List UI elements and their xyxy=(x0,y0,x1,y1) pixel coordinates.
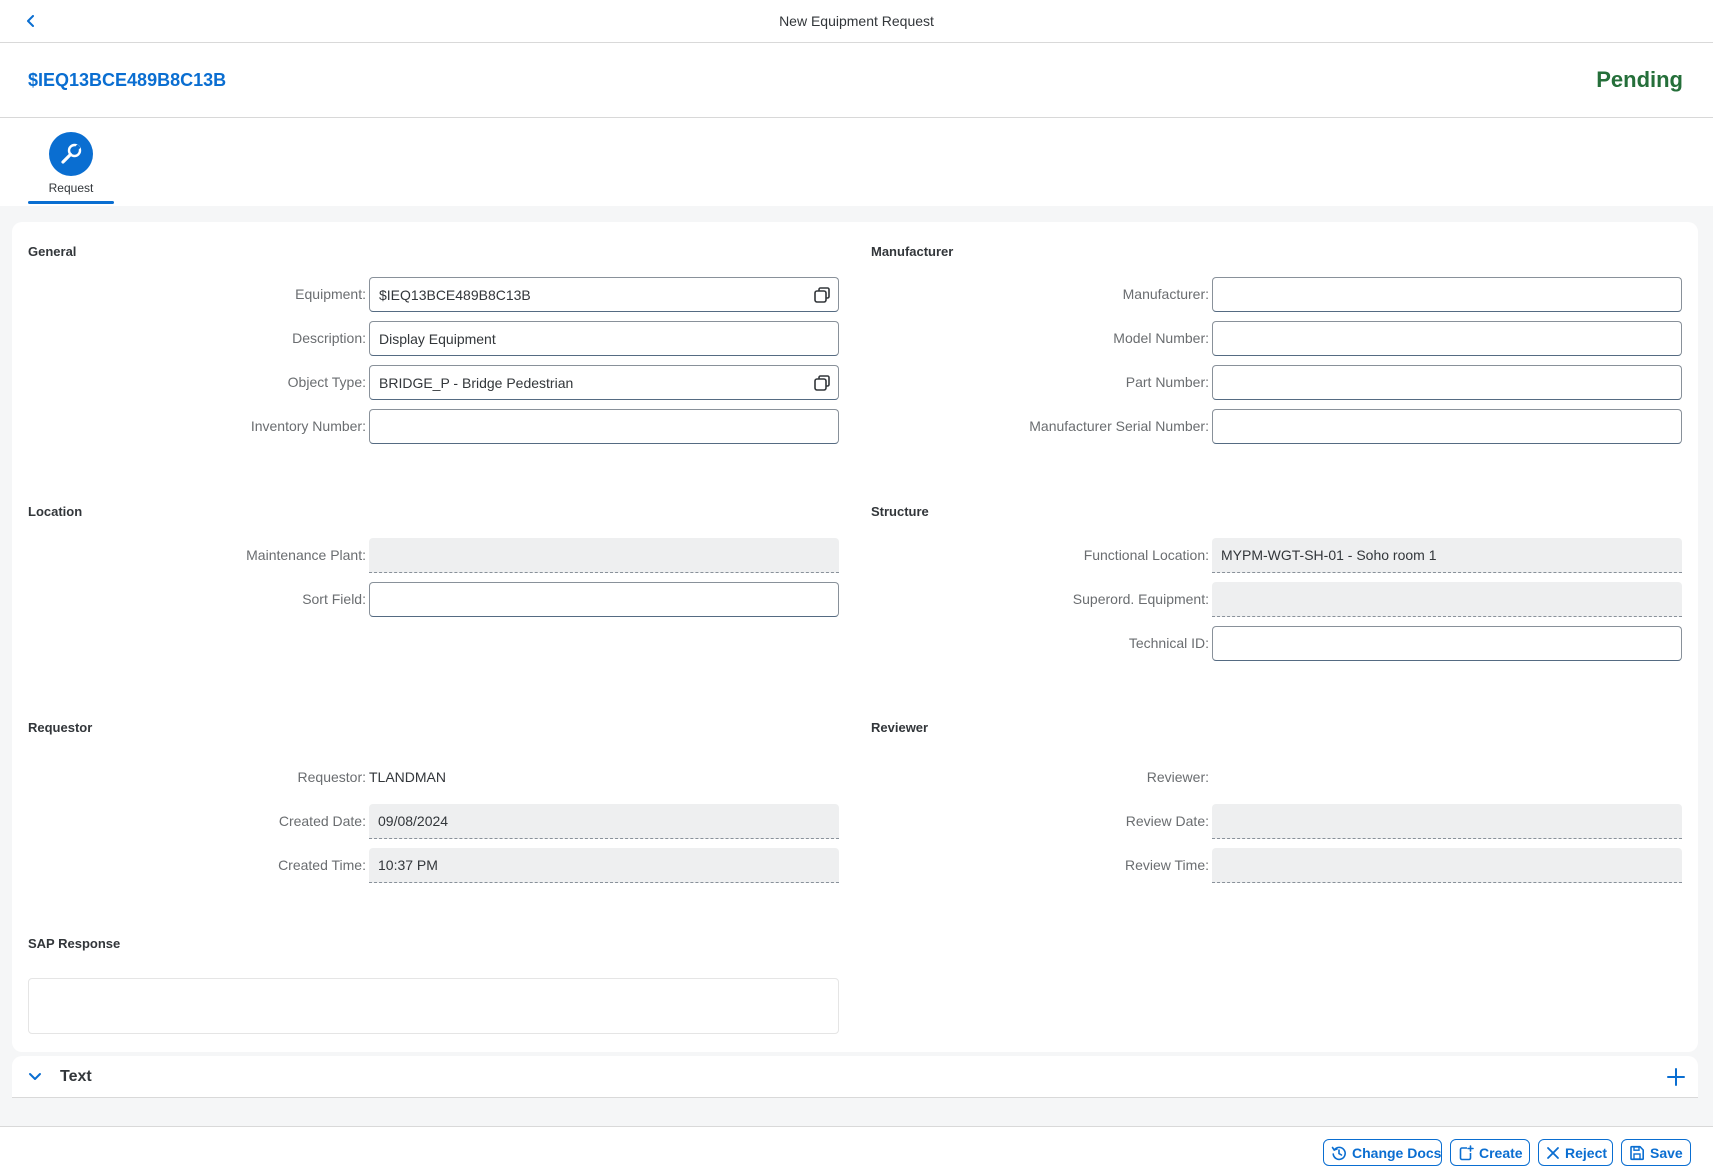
description-value: Display Equipment xyxy=(379,331,496,347)
created-time-label: Created Time: xyxy=(278,857,366,873)
requestor-label: Requestor: xyxy=(297,769,366,785)
change-docs-label: Change Docs xyxy=(1352,1144,1442,1161)
close-icon xyxy=(1547,1146,1559,1159)
review-date-label: Review Date: xyxy=(1125,813,1209,829)
inventory-number-label: Inventory Number: xyxy=(250,418,366,434)
created-date-value: 09/08/2024 xyxy=(378,813,449,829)
save-label: Save xyxy=(1650,1144,1683,1161)
description-label: Description: xyxy=(292,330,366,346)
review-date-field xyxy=(1212,804,1682,839)
footer-toolbar: Change Docs Create Reject Save xyxy=(0,1126,1713,1166)
save-button[interactable]: Save xyxy=(1621,1139,1691,1166)
created-date-label: Created Date: xyxy=(278,813,366,829)
reviewer-label: Reviewer: xyxy=(1146,769,1209,785)
maintenance-plant-field xyxy=(369,538,839,573)
value-help-icon[interactable] xyxy=(813,374,831,392)
maintenance-plant-label: Maintenance Plant: xyxy=(246,547,366,563)
inventory-number-input[interactable] xyxy=(369,409,839,444)
created-time-value: 10:37 PM xyxy=(378,857,438,873)
object-type-input[interactable]: BRIDGE_P - Bridge Pedestrian xyxy=(369,365,839,400)
create-button[interactable]: Create xyxy=(1450,1139,1530,1166)
content-area: General Equipment: $IEQ13BCE489B8C13B De… xyxy=(0,206,1713,1126)
section-title-reviewer: Reviewer xyxy=(871,720,929,735)
sap-response-textarea[interactable] xyxy=(28,978,839,1034)
section-title-requestor: Requestor xyxy=(28,720,93,735)
wrench-icon xyxy=(49,132,93,176)
section-title-general: General xyxy=(28,244,77,259)
section-title-location: Location xyxy=(28,504,83,519)
part-number-label: Part Number: xyxy=(1125,374,1209,390)
save-icon xyxy=(1630,1145,1644,1160)
shell-bar: New Equipment Request xyxy=(0,0,1713,43)
tab-request-label: Request xyxy=(48,181,94,195)
object-header: $IEQ13BCE489B8C13B Pending xyxy=(0,43,1713,118)
model-number-label: Model Number: xyxy=(1113,330,1209,346)
value-help-icon[interactable] xyxy=(813,286,831,304)
equipment-label: Equipment: xyxy=(295,286,366,302)
section-title-sap-response: SAP Response xyxy=(28,936,121,951)
functional-location-field: MYPM-WGT-SH-01 - Soho room 1 xyxy=(1212,538,1682,573)
chevron-down-icon[interactable] xyxy=(26,1068,44,1086)
tab-request[interactable]: Request xyxy=(28,118,114,206)
serial-number-input[interactable] xyxy=(1212,409,1682,444)
functional-location-value: MYPM-WGT-SH-01 - Soho room 1 xyxy=(1221,547,1437,563)
page-title: New Equipment Request xyxy=(779,13,934,29)
review-time-field xyxy=(1212,848,1682,883)
created-time-field: 10:37 PM xyxy=(369,848,839,883)
created-date-field: 09/08/2024 xyxy=(369,804,839,839)
equipment-input[interactable]: $IEQ13BCE489B8C13B xyxy=(369,277,839,312)
reject-label: Reject xyxy=(1565,1144,1608,1161)
create-icon xyxy=(1459,1144,1474,1160)
manufacturer-label: Manufacturer: xyxy=(1122,286,1209,302)
model-number-input[interactable] xyxy=(1212,321,1682,356)
functional-location-label: Functional Location: xyxy=(1083,547,1209,563)
technical-id-input[interactable] xyxy=(1212,626,1682,661)
object-type-value: BRIDGE_P - Bridge Pedestrian xyxy=(379,375,574,391)
reject-button[interactable]: Reject xyxy=(1538,1139,1613,1166)
add-icon[interactable] xyxy=(1666,1067,1686,1087)
create-label: Create xyxy=(1479,1144,1523,1161)
sort-field-label: Sort Field: xyxy=(302,591,366,607)
section-title-structure: Structure xyxy=(871,504,929,519)
section-title-manufacturer: Manufacturer xyxy=(871,244,954,259)
superord-equipment-label: Superord. Equipment: xyxy=(1072,591,1209,607)
serial-number-label: Manufacturer Serial Number: xyxy=(1029,418,1209,434)
review-time-label: Review Time: xyxy=(1124,857,1209,873)
change-docs-button[interactable]: Change Docs xyxy=(1323,1139,1442,1166)
tab-selected-indicator xyxy=(28,201,114,204)
text-panel-header[interactable]: Text xyxy=(12,1056,1698,1098)
manufacturer-input[interactable] xyxy=(1212,277,1682,312)
object-type-label: Object Type: xyxy=(287,374,366,390)
superord-equipment-field xyxy=(1212,582,1682,617)
sort-field-input[interactable] xyxy=(369,582,839,617)
part-number-input[interactable] xyxy=(1212,365,1682,400)
technical-id-label: Technical ID: xyxy=(1128,635,1209,651)
status-text: Pending xyxy=(1596,67,1683,92)
requestor-value: TLANDMAN xyxy=(369,769,447,785)
text-panel-title: Text xyxy=(60,1068,92,1085)
history-icon xyxy=(1331,1146,1346,1160)
equipment-value: $IEQ13BCE489B8C13B xyxy=(379,287,531,303)
form-card: General Equipment: $IEQ13BCE489B8C13B De… xyxy=(12,222,1698,1052)
description-input[interactable]: Display Equipment xyxy=(369,321,839,356)
icon-tab-bar: Request xyxy=(0,118,1713,206)
object-id: $IEQ13BCE489B8C13B xyxy=(28,70,227,90)
